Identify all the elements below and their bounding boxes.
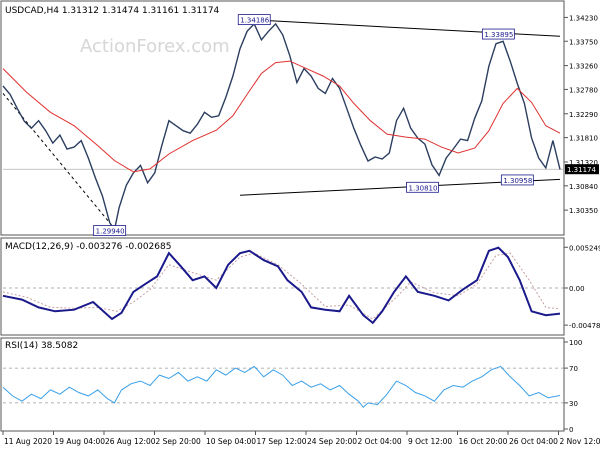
x-tick-label: 17 Sep 12:00 [257, 437, 307, 446]
price-tick-label: 1.33260 [569, 63, 598, 71]
watermark: ActionForex.com [80, 36, 230, 57]
x-tick-label: 26 Aug 12:00 [105, 437, 156, 446]
annotation-label: 1.30958 [503, 177, 532, 185]
x-tick-label: 24 Sep 20:00 [307, 437, 357, 446]
price-tick-label: 1.33750 [569, 38, 598, 46]
price-tick-label: 1.32780 [569, 86, 598, 94]
x-tick-label: 26 Oct 04:00 [509, 437, 558, 446]
x-tick-label: 11 Aug 2020 [4, 437, 52, 446]
price-tick-label: 1.30350 [569, 207, 598, 215]
price-tick-label: 1.30840 [569, 183, 598, 191]
chart-root: USDCAD,H4 1.31312 1.31474 1.31161 1.3117… [0, 0, 600, 450]
macd-tick-label: 0.005249 [569, 244, 600, 252]
x-tick-label: 19 Aug 04:00 [55, 437, 106, 446]
usdcad-chart: USDCAD,H4 1.31312 1.31474 1.31161 1.3117… [0, 0, 600, 450]
x-tick-label: 2 Sep 20:00 [156, 437, 202, 446]
rsi-tick-label: 0 [569, 426, 573, 434]
rsi-tick-label: 100 [569, 339, 582, 347]
rsi-panel-frame [1, 338, 564, 431]
x-tick-label: 10 Sep 04:00 [206, 437, 256, 446]
x-tick-label: 16 Oct 20:00 [459, 437, 508, 446]
price-tick-label: 1.32290 [569, 111, 598, 119]
rsi-tick-label: 30 [569, 400, 578, 408]
x-tick-label: 9 Oct 12:00 [408, 437, 452, 446]
annotation-label: 1.34186 [240, 17, 269, 25]
x-axis: 11 Aug 202019 Aug 04:0026 Aug 12:002 Sep… [3, 431, 600, 446]
macd-tick-label: -0.004785 [569, 322, 600, 330]
annotation-label: 1.30810 [409, 184, 438, 192]
macd-tick-label: 0.00 [569, 285, 585, 293]
price-tick-label: 1.34230 [569, 14, 598, 22]
annotation-label: 1.29940 [96, 228, 125, 236]
rsi-label: RSI(14) 38.5082 [5, 341, 78, 351]
x-tick-label: 2 Oct 04:00 [358, 437, 402, 446]
chart-header: USDCAD,H4 1.31312 1.31474 1.31161 1.3117… [5, 6, 220, 16]
price-tick-label: 1.31810 [569, 135, 598, 143]
annotation-label: 1.33895 [484, 31, 513, 39]
current-price-label: 1.31174 [567, 166, 596, 174]
macd-label: MACD(12,26,9) -0.003276 -0.002685 [5, 242, 171, 252]
x-tick-label: 2 Nov 12:00 [560, 437, 600, 446]
macd-panel-frame [1, 238, 564, 335]
rsi-tick-label: 70 [569, 365, 578, 373]
